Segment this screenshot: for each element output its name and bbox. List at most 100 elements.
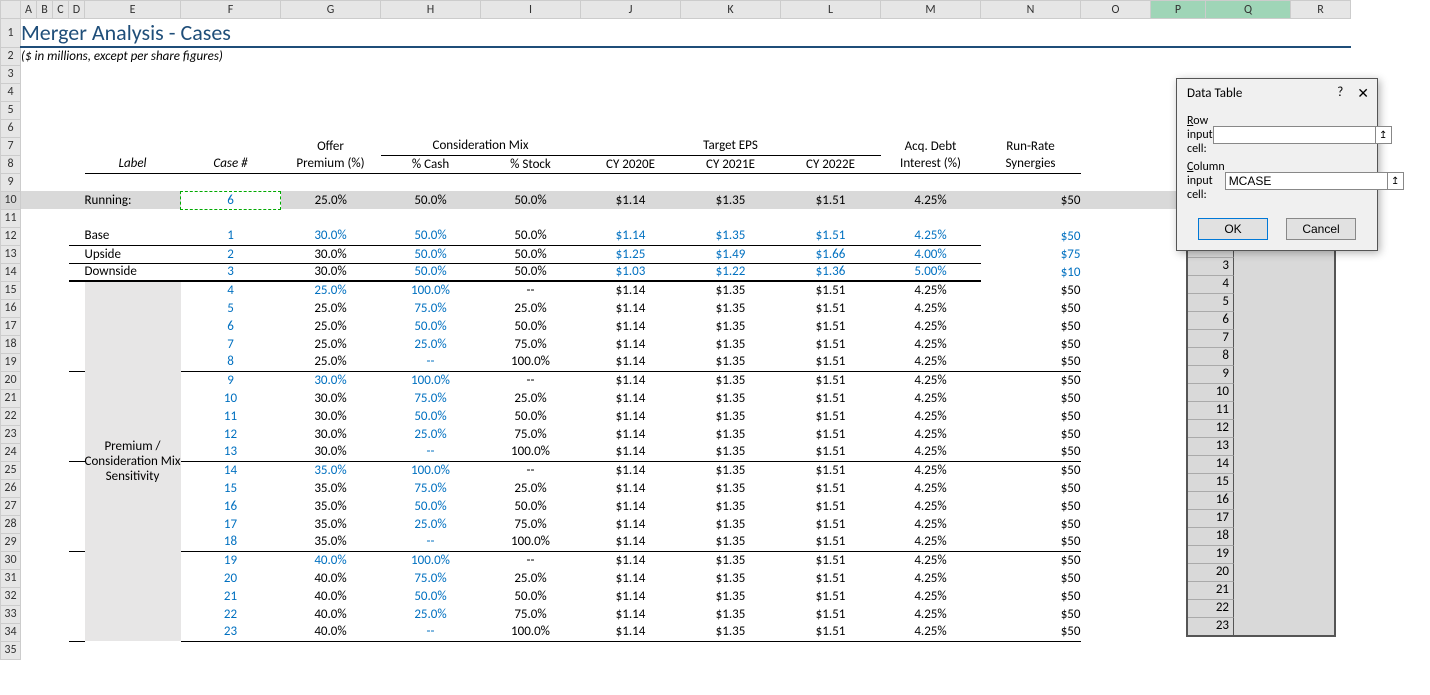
cell-val[interactable]: $1.14 bbox=[581, 551, 681, 569]
case-num[interactable]: 8 bbox=[181, 353, 281, 371]
row-header-15[interactable]: 15 bbox=[1, 281, 21, 299]
cell-val[interactable]: $1.35 bbox=[681, 533, 781, 551]
cell-val[interactable]: $1.51 bbox=[781, 551, 881, 569]
case-num[interactable]: 13 bbox=[181, 443, 281, 461]
cell-val[interactable]: $50 bbox=[981, 317, 1081, 335]
cell-cash[interactable]: 75.0% bbox=[381, 299, 481, 317]
cell-val[interactable]: $1.35 bbox=[681, 497, 781, 515]
cell-stock[interactable]: 25.0% bbox=[481, 569, 581, 587]
cell-val[interactable]: $50 bbox=[981, 353, 1081, 371]
cell-val[interactable]: $1.35 bbox=[681, 281, 781, 299]
col-header-I[interactable]: I bbox=[481, 1, 581, 19]
cell-cash[interactable]: -- bbox=[381, 533, 481, 551]
cell-val[interactable]: $1.35 bbox=[681, 299, 781, 317]
col-header-D[interactable]: D bbox=[69, 1, 85, 19]
cell-val[interactable]: $1.22 bbox=[681, 263, 781, 281]
case-num[interactable]: 12 bbox=[181, 425, 281, 443]
cell-val[interactable]: 5.00% bbox=[881, 263, 981, 281]
side-row-label[interactable]: 12 bbox=[1188, 419, 1234, 437]
cell-val[interactable]: 4.25% bbox=[881, 281, 981, 299]
cell-cash[interactable]: -- bbox=[381, 623, 481, 641]
cancel-button[interactable]: Cancel bbox=[1286, 218, 1356, 240]
side-row-label[interactable]: 14 bbox=[1188, 455, 1234, 473]
ok-button[interactable]: OK bbox=[1198, 218, 1268, 240]
cell-stock[interactable]: 75.0% bbox=[481, 515, 581, 533]
cell-premium[interactable]: 40.0% bbox=[281, 623, 381, 641]
col-header-F[interactable]: F bbox=[181, 1, 281, 19]
cell-val[interactable]: 4.25% bbox=[881, 569, 981, 587]
cell-val[interactable]: $50 bbox=[981, 587, 1081, 605]
col-header-B[interactable]: B bbox=[37, 1, 53, 19]
col-header-O[interactable]: O bbox=[1081, 1, 1151, 19]
cell-premium[interactable]: 30.0% bbox=[281, 245, 381, 263]
cell-val[interactable]: $50 bbox=[981, 389, 1081, 407]
cell-cash[interactable]: 50.0% bbox=[381, 245, 481, 263]
close-icon[interactable]: ✕ bbox=[1357, 85, 1369, 102]
side-row-label[interactable]: 21 bbox=[1188, 581, 1234, 599]
cell-val[interactable]: $1.14 bbox=[581, 515, 681, 533]
cell-premium[interactable]: 30.0% bbox=[281, 407, 381, 425]
side-data-table[interactable]: 1234567891011121314151617181920212223 bbox=[1186, 219, 1336, 637]
cell-val[interactable]: $1.51 bbox=[781, 461, 881, 479]
cell-val[interactable]: $1.51 bbox=[781, 497, 881, 515]
cell-stock[interactable]: 50.0% bbox=[481, 227, 581, 245]
cell-premium[interactable]: 25.0% bbox=[281, 335, 381, 353]
case-num[interactable]: 3 bbox=[181, 263, 281, 281]
cell-cash[interactable]: 25.0% bbox=[381, 335, 481, 353]
side-row-label[interactable]: 6 bbox=[1188, 311, 1234, 329]
row-header-16[interactable]: 16 bbox=[1, 299, 21, 317]
side-row-label[interactable]: 22 bbox=[1188, 599, 1234, 617]
cell-cash[interactable]: 50.0% bbox=[381, 587, 481, 605]
cell-val[interactable]: $1.14 bbox=[581, 407, 681, 425]
side-row-label[interactable]: 18 bbox=[1188, 527, 1234, 545]
cell-val[interactable]: $1.14 bbox=[581, 623, 681, 641]
cell-stock[interactable]: 50.0% bbox=[481, 407, 581, 425]
cell-premium[interactable]: 25.0% bbox=[281, 281, 381, 299]
cell-cash[interactable]: 50.0% bbox=[381, 263, 481, 281]
side-row-label[interactable]: 15 bbox=[1188, 473, 1234, 491]
col-header-G[interactable]: G bbox=[281, 1, 381, 19]
col-header-C[interactable]: C bbox=[53, 1, 69, 19]
cell-val[interactable]: 4.25% bbox=[881, 551, 981, 569]
cell-stock[interactable]: 75.0% bbox=[481, 425, 581, 443]
cell-premium[interactable]: 25.0% bbox=[281, 317, 381, 335]
running-case-input[interactable]: 6 bbox=[181, 191, 281, 209]
cell-val[interactable]: $10 bbox=[981, 263, 1081, 281]
cell-stock[interactable]: 100.0% bbox=[481, 353, 581, 371]
side-row-label[interactable]: 16 bbox=[1188, 491, 1234, 509]
cell-val[interactable]: 4.25% bbox=[881, 461, 981, 479]
cell-cash[interactable]: 75.0% bbox=[381, 479, 481, 497]
cell-val[interactable]: $50 bbox=[981, 479, 1081, 497]
cell-val[interactable]: 4.25% bbox=[881, 353, 981, 371]
case-num[interactable]: 14 bbox=[181, 461, 281, 479]
cell-val[interactable]: $1.35 bbox=[681, 515, 781, 533]
cell-val[interactable]: $50 bbox=[981, 515, 1081, 533]
cell-val[interactable]: $1.35 bbox=[681, 551, 781, 569]
row-header-7[interactable]: 7 bbox=[1, 137, 21, 155]
cell-premium[interactable]: 25.0% bbox=[281, 353, 381, 371]
row-header-2[interactable]: 2 bbox=[1, 47, 21, 65]
row-header-22[interactable]: 22 bbox=[1, 407, 21, 425]
cell-val[interactable]: $1.35 bbox=[681, 443, 781, 461]
cell-val[interactable]: 4.25% bbox=[881, 317, 981, 335]
cell-stock[interactable]: 75.0% bbox=[481, 605, 581, 623]
col-header-R[interactable]: R bbox=[1291, 1, 1351, 19]
cell-stock[interactable]: 25.0% bbox=[481, 479, 581, 497]
cell-val[interactable]: 4.00% bbox=[881, 245, 981, 263]
cell-val[interactable]: $1.51 bbox=[781, 335, 881, 353]
cell-val[interactable]: $50 bbox=[981, 533, 1081, 551]
row-header-26[interactable]: 26 bbox=[1, 479, 21, 497]
row-header-5[interactable]: 5 bbox=[1, 101, 21, 119]
col-header-E[interactable]: E bbox=[85, 1, 181, 19]
cell-val[interactable]: $1.51 bbox=[781, 353, 881, 371]
side-row-label[interactable]: 3 bbox=[1188, 257, 1234, 275]
cell-val[interactable]: $1.14 bbox=[581, 371, 681, 389]
cell-premium[interactable]: 35.0% bbox=[281, 515, 381, 533]
cell-cash[interactable]: 50.0% bbox=[381, 407, 481, 425]
case-num[interactable]: 19 bbox=[181, 551, 281, 569]
row-header-32[interactable]: 32 bbox=[1, 587, 21, 605]
case-num[interactable]: 11 bbox=[181, 407, 281, 425]
cell-val[interactable]: $50 bbox=[981, 281, 1081, 299]
cell-cash[interactable]: 100.0% bbox=[381, 551, 481, 569]
cell-val[interactable]: $1.51 bbox=[781, 299, 881, 317]
